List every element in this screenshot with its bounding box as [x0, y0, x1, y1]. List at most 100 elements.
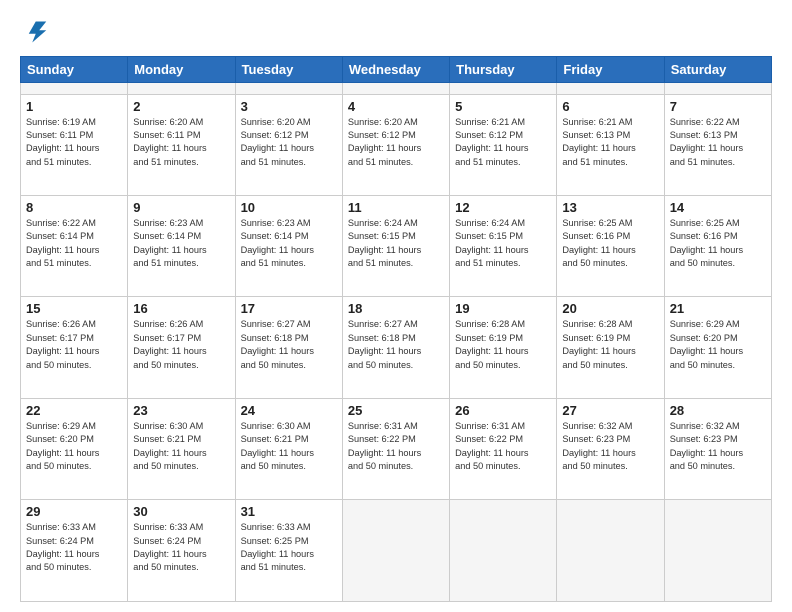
calendar-cell: [557, 500, 664, 602]
calendar-cell: 19Sunrise: 6:28 AMSunset: 6:19 PMDayligh…: [450, 297, 557, 398]
day-number: 6: [562, 99, 658, 114]
day-info: Sunrise: 6:24 AMSunset: 6:15 PMDaylight:…: [348, 217, 444, 270]
calendar-cell: 2Sunrise: 6:20 AMSunset: 6:11 PMDaylight…: [128, 94, 235, 195]
day-info: Sunrise: 6:23 AMSunset: 6:14 PMDaylight:…: [241, 217, 337, 270]
logo: [20, 18, 52, 46]
calendar-week-row: [21, 83, 772, 95]
calendar-cell: 3 Sunrise: 6:20 AMSunset: 6:12 PMDaylight…: [235, 94, 342, 195]
day-info: Sunrise: 6:28 AMSunset: 6:19 PMDaylight:…: [455, 318, 551, 371]
day-number: 26: [455, 403, 551, 418]
calendar-table: SundayMondayTuesdayWednesdayThursdayFrid…: [20, 56, 772, 602]
calendar-cell: 16 Sunrise: 6:26 AMSunset: 6:17 PMDayligh…: [128, 297, 235, 398]
day-info: Sunrise: 6:21 AMSunset: 6:13 PMDaylight:…: [562, 116, 658, 169]
calendar-cell: [21, 83, 128, 95]
calendar-cell: 8 Sunrise: 6:22 AMSunset: 6:14 PMDaylight…: [21, 195, 128, 296]
calendar-day-header: Thursday: [450, 57, 557, 83]
calendar-cell: 5 Sunrise: 6:21 AMSunset: 6:12 PMDaylight…: [450, 94, 557, 195]
day-number: 16: [133, 301, 229, 316]
day-number: 12: [455, 200, 551, 215]
calendar-cell: 28 Sunrise: 6:32 AMSunset: 6:23 PMDayligh…: [664, 398, 771, 499]
calendar-cell: [450, 83, 557, 95]
day-number: 1: [26, 99, 122, 114]
day-info: Sunrise: 6:20 AMSunset: 6:12 PMDaylight:…: [348, 116, 444, 169]
calendar-day-header: Sunday: [21, 57, 128, 83]
calendar-cell: 14Sunrise: 6:25 AMSunset: 6:16 PMDayligh…: [664, 195, 771, 296]
page: SundayMondayTuesdayWednesdayThursdayFrid…: [0, 0, 792, 612]
day-number: 27: [562, 403, 658, 418]
calendar-day-header: Tuesday: [235, 57, 342, 83]
day-info: Sunrise: 6:27 AMSunset: 6:18 PMDaylight:…: [348, 318, 444, 371]
day-info: Sunrise: 6:28 AMSunset: 6:19 PMDaylight:…: [562, 318, 658, 371]
day-number: 23: [133, 403, 229, 418]
calendar-week-row: 29 Sunrise: 6:33 AMSunset: 6:24 PMDayligh…: [21, 500, 772, 602]
day-info: Sunrise: 6:20 AMSunset: 6:12 PMDaylight:…: [241, 116, 337, 169]
day-number: 3: [241, 99, 337, 114]
day-number: 20: [562, 301, 658, 316]
calendar-week-row: 8 Sunrise: 6:22 AMSunset: 6:14 PMDaylight…: [21, 195, 772, 296]
day-number: 22: [26, 403, 122, 418]
calendar-cell: [235, 83, 342, 95]
day-number: 21: [670, 301, 766, 316]
calendar-cell: [664, 500, 771, 602]
calendar-cell: [557, 83, 664, 95]
day-number: 8: [26, 200, 122, 215]
day-info: Sunrise: 6:25 AMSunset: 6:16 PMDaylight:…: [562, 217, 658, 270]
day-info: Sunrise: 6:26 AMSunset: 6:17 PMDaylight:…: [133, 318, 229, 371]
calendar-day-header: Friday: [557, 57, 664, 83]
day-info: Sunrise: 6:21 AMSunset: 6:12 PMDaylight:…: [455, 116, 551, 169]
calendar-cell: 30 Sunrise: 6:33 AMSunset: 6:24 PMDayligh…: [128, 500, 235, 602]
day-number: 29: [26, 504, 122, 519]
day-info: Sunrise: 6:33 AMSunset: 6:25 PMDaylight:…: [241, 521, 337, 574]
calendar-cell: 15Sunrise: 6:26 AMSunset: 6:17 PMDayligh…: [21, 297, 128, 398]
calendar-cell: 18Sunrise: 6:27 AMSunset: 6:18 PMDayligh…: [342, 297, 449, 398]
calendar-cell: [342, 83, 449, 95]
calendar-cell: 23 Sunrise: 6:30 AMSunset: 6:21 PMDayligh…: [128, 398, 235, 499]
day-number: 15: [26, 301, 122, 316]
day-info: Sunrise: 6:30 AMSunset: 6:21 PMDaylight:…: [133, 420, 229, 473]
day-info: Sunrise: 6:32 AMSunset: 6:23 PMDaylight:…: [670, 420, 766, 473]
day-info: Sunrise: 6:22 AMSunset: 6:14 PMDaylight:…: [26, 217, 122, 270]
day-number: 5: [455, 99, 551, 114]
calendar-cell: 22Sunrise: 6:29 AMSunset: 6:20 PMDayligh…: [21, 398, 128, 499]
calendar-day-header: Monday: [128, 57, 235, 83]
day-number: 4: [348, 99, 444, 114]
calendar-cell: 31Sunrise: 6:33 AMSunset: 6:25 PMDayligh…: [235, 500, 342, 602]
day-info: Sunrise: 6:31 AMSunset: 6:22 PMDaylight:…: [348, 420, 444, 473]
day-number: 13: [562, 200, 658, 215]
day-info: Sunrise: 6:29 AMSunset: 6:20 PMDaylight:…: [670, 318, 766, 371]
day-info: Sunrise: 6:30 AMSunset: 6:21 PMDaylight:…: [241, 420, 337, 473]
calendar-cell: 4 Sunrise: 6:20 AMSunset: 6:12 PMDaylight…: [342, 94, 449, 195]
calendar-cell: [664, 83, 771, 95]
day-info: Sunrise: 6:23 AMSunset: 6:14 PMDaylight:…: [133, 217, 229, 270]
calendar-cell: 24Sunrise: 6:30 AMSunset: 6:21 PMDayligh…: [235, 398, 342, 499]
logo-icon: [20, 18, 48, 46]
day-number: 2: [133, 99, 229, 114]
day-number: 28: [670, 403, 766, 418]
calendar-day-header: Wednesday: [342, 57, 449, 83]
calendar-cell: 13 Sunrise: 6:25 AMSunset: 6:16 PMDayligh…: [557, 195, 664, 296]
calendar-cell: 21 Sunrise: 6:29 AMSunset: 6:20 PMDayligh…: [664, 297, 771, 398]
day-number: 11: [348, 200, 444, 215]
calendar-week-row: 22Sunrise: 6:29 AMSunset: 6:20 PMDayligh…: [21, 398, 772, 499]
calendar-cell: [450, 500, 557, 602]
day-info: Sunrise: 6:33 AMSunset: 6:24 PMDaylight:…: [133, 521, 229, 574]
day-info: Sunrise: 6:19 AMSunset: 6:11 PMDaylight:…: [26, 116, 122, 169]
day-number: 7: [670, 99, 766, 114]
calendar-cell: [342, 500, 449, 602]
calendar-cell: 7 Sunrise: 6:22 AMSunset: 6:13 PMDaylight…: [664, 94, 771, 195]
day-number: 30: [133, 504, 229, 519]
calendar-cell: 12 Sunrise: 6:24 AMSunset: 6:15 PMDayligh…: [450, 195, 557, 296]
day-number: 14: [670, 200, 766, 215]
day-info: Sunrise: 6:33 AMSunset: 6:24 PMDaylight:…: [26, 521, 122, 574]
day-info: Sunrise: 6:22 AMSunset: 6:13 PMDaylight:…: [670, 116, 766, 169]
calendar-cell: 29 Sunrise: 6:33 AMSunset: 6:24 PMDayligh…: [21, 500, 128, 602]
calendar-cell: 1 Sunrise: 6:19 AMSunset: 6:11 PMDaylight…: [21, 94, 128, 195]
calendar-cell: 6 Sunrise: 6:21 AMSunset: 6:13 PMDaylight…: [557, 94, 664, 195]
calendar-cell: [128, 83, 235, 95]
day-info: Sunrise: 6:32 AMSunset: 6:23 PMDaylight:…: [562, 420, 658, 473]
calendar-cell: 9Sunrise: 6:23 AMSunset: 6:14 PMDaylight…: [128, 195, 235, 296]
day-info: Sunrise: 6:24 AMSunset: 6:15 PMDaylight:…: [455, 217, 551, 270]
day-number: 10: [241, 200, 337, 215]
calendar-week-row: 1 Sunrise: 6:19 AMSunset: 6:11 PMDaylight…: [21, 94, 772, 195]
day-number: 17: [241, 301, 337, 316]
